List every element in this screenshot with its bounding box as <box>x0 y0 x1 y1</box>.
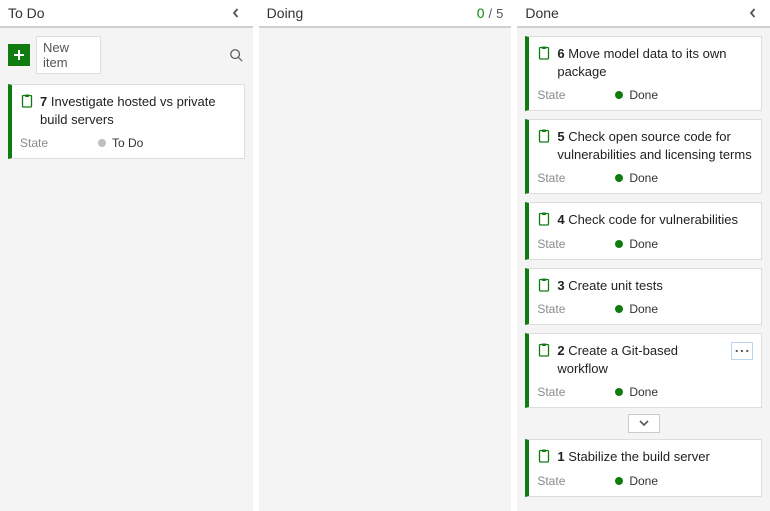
card[interactable]: 5 Check open source code for vulnerabili… <box>525 119 762 194</box>
card-state-row: State Done <box>537 302 753 316</box>
new-item-input[interactable]: New item <box>36 36 101 74</box>
column-body-todo: New item 7 Investigate hosted vs private… <box>0 28 253 511</box>
chevron-left-icon[interactable] <box>744 4 762 22</box>
card-text: Create a Git-based workflow <box>557 343 678 376</box>
state-dot-icon <box>615 305 623 313</box>
card-title: 6 Move model data to its own package <box>557 45 753 80</box>
card-id: 5 <box>557 129 564 144</box>
card-text: Move model data to its own package <box>557 46 726 79</box>
card-text: Investigate hosted vs private build serv… <box>40 94 216 127</box>
clipboard-icon <box>537 343 551 357</box>
clipboard-icon <box>537 449 551 463</box>
card-title-row: 7 Investigate hosted vs private build se… <box>20 93 236 128</box>
card-id: 3 <box>557 278 564 293</box>
card-text: Create unit tests <box>565 278 663 293</box>
column-title-todo: To Do <box>8 5 45 21</box>
card-text: Check code for vulnerabilities <box>565 212 738 227</box>
card-id: 7 <box>40 94 47 109</box>
card-text: Stabilize the build server <box>565 449 710 464</box>
state-dot-icon <box>615 240 623 248</box>
card[interactable]: 1 Stabilize the build server State Done <box>525 439 762 497</box>
clipboard-icon <box>537 129 551 143</box>
card-id: 2 <box>557 343 564 358</box>
card-title-row: 4 Check code for vulnerabilities <box>537 211 753 229</box>
card-id: 1 <box>557 449 564 464</box>
state-value: Done <box>629 237 658 251</box>
column-done: Done 6 Move model data to its own packag… <box>517 0 770 511</box>
wip-current: 0 <box>477 5 485 21</box>
state-dot-icon <box>615 388 623 396</box>
state-dot-icon <box>98 139 106 147</box>
card[interactable]: 6 Move model data to its own package Stat… <box>525 36 762 111</box>
add-item-button[interactable] <box>8 44 30 66</box>
column-todo: To Do New item <box>0 0 259 511</box>
card-title-row: 3 Create unit tests <box>537 277 753 295</box>
clipboard-icon <box>537 46 551 60</box>
state-dot-icon <box>615 477 623 485</box>
column-title-done: Done <box>525 5 558 21</box>
card-title: 5 Check open source code for vulnerabili… <box>557 128 753 163</box>
card-title: 7 Investigate hosted vs private build se… <box>40 93 236 128</box>
state-value: Done <box>629 302 658 316</box>
card-title-row: 2 Create a Git-based workflow <box>537 342 753 377</box>
card[interactable]: 3 Create unit tests State Done <box>525 268 762 326</box>
card-state-row: State Done <box>537 385 753 399</box>
state-value: Done <box>629 385 658 399</box>
card-title: 1 Stabilize the build server <box>557 448 753 466</box>
expand-row <box>525 414 762 433</box>
card-id: 6 <box>557 46 564 61</box>
state-value: Done <box>629 474 658 488</box>
search-icon[interactable] <box>227 46 245 64</box>
state-label: State <box>537 474 615 488</box>
new-item-input-wrap: New item <box>36 36 101 74</box>
card-title-row: 1 Stabilize the build server <box>537 448 753 466</box>
card-title-row: 5 Check open source code for vulnerabili… <box>537 128 753 163</box>
state-label: State <box>537 385 615 399</box>
card-text: Check open source code for vulnerabiliti… <box>557 129 751 162</box>
card-state-row: State Done <box>537 88 753 102</box>
card-title: 4 Check code for vulnerabilities <box>557 211 753 229</box>
column-header-todo: To Do <box>0 0 253 28</box>
card-title: 3 Create unit tests <box>557 277 753 295</box>
wip-counter: 0/ 5 <box>477 5 504 21</box>
kanban-board: To Do New item <box>0 0 770 511</box>
card-state-row: State To Do <box>20 136 236 150</box>
column-doing: Doing 0/ 5 <box>259 0 518 511</box>
clipboard-icon <box>537 212 551 226</box>
state-dot-icon <box>615 91 623 99</box>
state-label: State <box>537 237 615 251</box>
card-title-row: 6 Move model data to its own package <box>537 45 753 80</box>
state-value: Done <box>629 88 658 102</box>
state-label: State <box>20 136 98 150</box>
new-item-row: New item <box>8 36 245 74</box>
clipboard-icon <box>537 278 551 292</box>
card-state-row: State Done <box>537 474 753 488</box>
card-state-row: State Done <box>537 237 753 251</box>
card-id: 4 <box>557 212 564 227</box>
column-header-doing: Doing 0/ 5 <box>259 0 512 28</box>
state-dot-icon <box>615 174 623 182</box>
chevron-down-icon[interactable] <box>628 414 660 433</box>
state-label: State <box>537 88 615 102</box>
card[interactable]: 7 Investigate hosted vs private build se… <box>8 84 245 159</box>
column-title-doing: Doing <box>267 5 304 21</box>
card[interactable]: 4 Check code for vulnerabilities State Don… <box>525 202 762 260</box>
chevron-left-icon[interactable] <box>227 4 245 22</box>
card-more-button[interactable] <box>731 342 753 360</box>
column-header-done: Done <box>517 0 770 28</box>
wip-limit: 5 <box>496 6 503 21</box>
state-value: Done <box>629 171 658 185</box>
state-label: State <box>537 171 615 185</box>
column-body-doing <box>259 28 512 511</box>
column-body-done: 6 Move model data to its own package Stat… <box>517 28 770 511</box>
card[interactable]: 2 Create a Git-based workflow State Done <box>525 333 762 408</box>
clipboard-icon <box>20 94 34 108</box>
wip-sep: / <box>488 6 492 21</box>
card-state-row: State Done <box>537 171 753 185</box>
card-title: 2 Create a Git-based workflow <box>557 342 725 377</box>
state-label: State <box>537 302 615 316</box>
state-value: To Do <box>112 136 143 150</box>
